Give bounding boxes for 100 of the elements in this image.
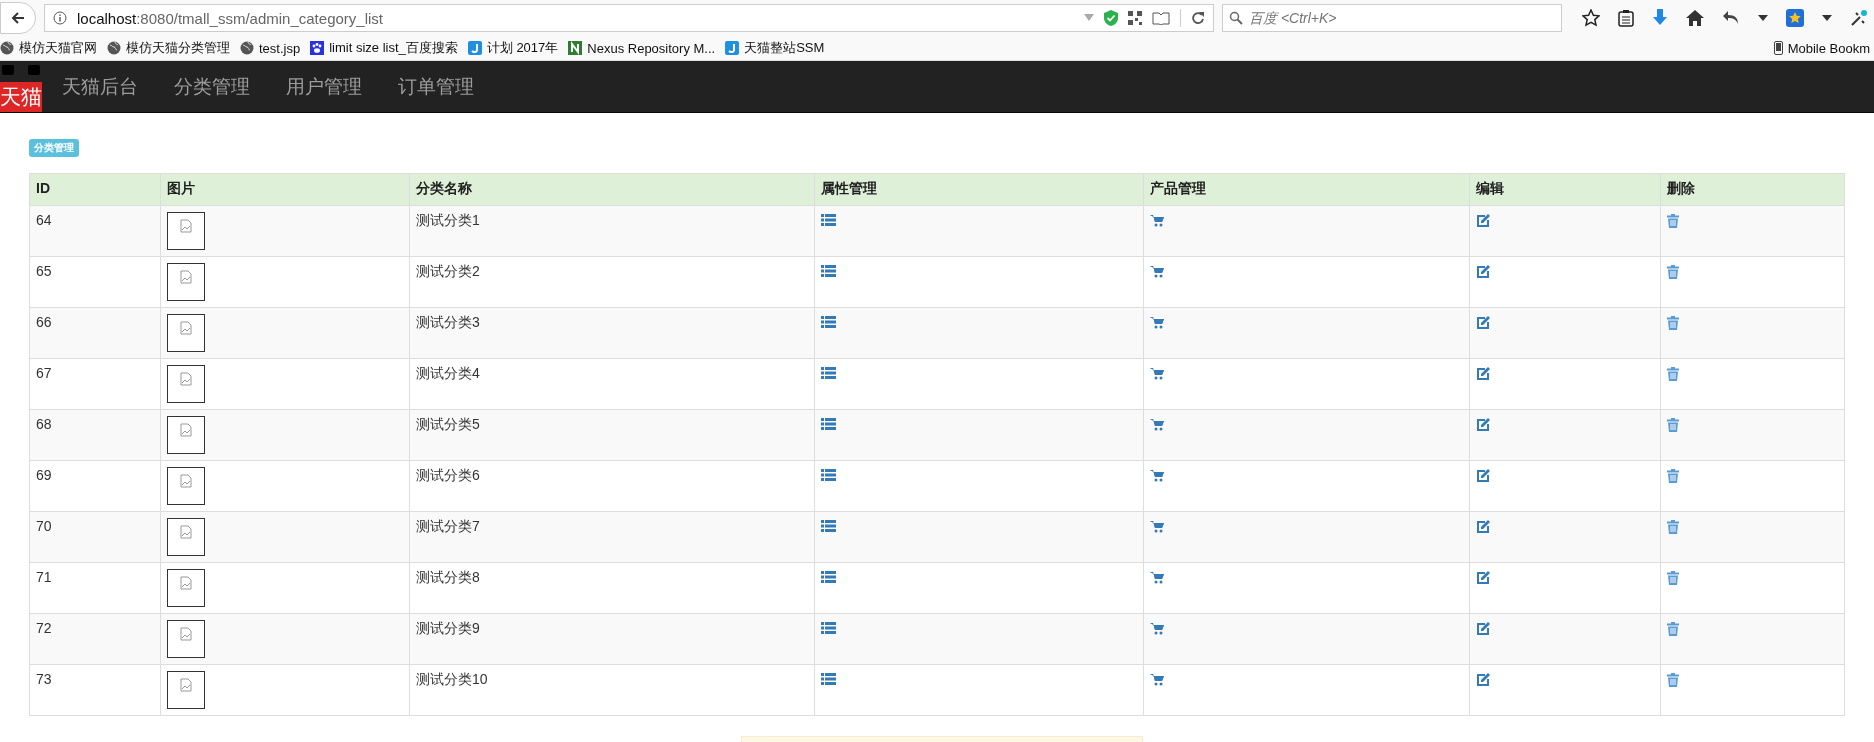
column-header: 删除 [1660, 173, 1845, 206]
address-bar[interactable]: localhost:8080/tmall_ssm/admin_category_list [44, 4, 1214, 32]
edit-icon[interactable] [1476, 571, 1490, 585]
list-icon[interactable] [821, 214, 836, 226]
list-icon[interactable] [821, 316, 836, 328]
list-icon[interactable] [821, 367, 836, 379]
nav-link[interactable]: 用户管理 [270, 73, 378, 100]
edit-icon[interactable] [1476, 367, 1490, 381]
table-cell: 67 [29, 358, 161, 410]
image-placeholder [167, 212, 205, 250]
edit-icon[interactable] [1476, 622, 1490, 636]
table-cell: 测试分类4 [409, 358, 815, 410]
book-icon[interactable] [1152, 11, 1170, 25]
table-cell: 测试分类9 [409, 613, 815, 665]
trash-icon[interactable] [1667, 622, 1679, 636]
image-placeholder [167, 518, 205, 556]
cart-icon[interactable] [1150, 265, 1164, 278]
cart-icon[interactable] [1150, 622, 1164, 635]
home-icon[interactable] [1686, 10, 1704, 26]
image-placeholder [167, 671, 205, 709]
table-cell: 测试分类3 [409, 307, 815, 359]
edit-icon[interactable] [1476, 214, 1490, 228]
trash-icon[interactable] [1667, 265, 1679, 279]
cart-icon[interactable] [1150, 469, 1164, 482]
dropdown-icon[interactable] [1822, 15, 1832, 21]
paw-icon [310, 41, 325, 55]
trash-icon[interactable] [1667, 418, 1679, 432]
cart-icon[interactable] [1150, 673, 1164, 686]
trash-icon[interactable] [1667, 673, 1679, 687]
list-icon[interactable] [821, 571, 836, 583]
table-cell: 73 [29, 664, 161, 716]
image-placeholder [167, 314, 205, 352]
edit-icon[interactable] [1476, 469, 1490, 483]
dropdown-icon[interactable] [1758, 15, 1768, 21]
table-cell: 测试分类10 [409, 664, 815, 716]
list-icon[interactable] [821, 520, 836, 532]
table-cell: 72 [29, 613, 161, 665]
bookmark-link[interactable]: Nexus Repository M... [568, 40, 716, 56]
nav-link[interactable]: 天猫后台 [46, 73, 154, 100]
image-placeholder [167, 467, 205, 505]
j-logo-icon [467, 41, 482, 55]
column-header: 属性管理 [814, 173, 1144, 206]
bookmark-link[interactable]: 模仿天猫官网 [0, 39, 97, 57]
cart-icon[interactable] [1150, 316, 1164, 329]
trash-icon[interactable] [1667, 316, 1679, 330]
bookmark-link[interactable]: test.jsp [240, 40, 301, 56]
edit-icon[interactable] [1476, 316, 1490, 330]
cart-icon[interactable] [1150, 418, 1164, 431]
search-field[interactable]: 百度 <Ctrl+K> [1222, 4, 1562, 32]
image-placeholder [167, 569, 205, 607]
trash-icon[interactable] [1667, 367, 1679, 381]
list-icon[interactable] [821, 418, 836, 430]
table-cell: 71 [29, 562, 161, 614]
trash-icon[interactable] [1667, 214, 1679, 228]
edit-icon[interactable] [1476, 418, 1490, 432]
table-cell: 测试分类1 [409, 205, 815, 257]
mobile-bookmarks-link[interactable]: Mobile Bookm [1773, 40, 1870, 56]
table-cell: 66 [29, 307, 161, 359]
image-placeholder [167, 263, 205, 301]
clipboard-icon[interactable] [1618, 9, 1634, 27]
list-icon[interactable] [821, 622, 836, 634]
undo-icon[interactable] [1722, 10, 1740, 26]
cart-icon[interactable] [1150, 367, 1164, 380]
cart-icon[interactable] [1150, 571, 1164, 584]
column-header: 编辑 [1469, 173, 1661, 206]
column-header: ID [29, 173, 161, 206]
list-icon[interactable] [821, 265, 836, 277]
trash-icon[interactable] [1667, 469, 1679, 483]
qr-code-icon[interactable] [1128, 11, 1142, 25]
reload-icon[interactable] [1191, 11, 1205, 25]
shield-icon[interactable] [1104, 10, 1118, 26]
list-icon[interactable] [821, 469, 836, 481]
edit-icon[interactable] [1476, 520, 1490, 534]
bookmark-link[interactable]: 计划 2017年 [467, 39, 559, 57]
edit-icon[interactable] [1476, 673, 1490, 687]
bookmark-link[interactable]: limit size list_百度搜索 [310, 39, 458, 57]
globe-icon [240, 41, 254, 55]
download-icon[interactable] [1652, 9, 1668, 27]
bookmark-link[interactable]: 天猫整站SSM [725, 39, 825, 57]
nav-link[interactable]: 订单管理 [382, 73, 490, 100]
n-logo-icon [568, 41, 583, 55]
back-button[interactable] [0, 2, 36, 34]
table-cell: 测试分类2 [409, 256, 815, 308]
table-cell: 测试分类6 [409, 460, 815, 512]
column-header: 分类名称 [409, 173, 815, 206]
list-icon[interactable] [821, 673, 836, 685]
cart-icon[interactable] [1150, 520, 1164, 533]
edit-icon[interactable] [1476, 265, 1490, 279]
trash-icon[interactable] [1667, 571, 1679, 585]
trash-icon[interactable] [1667, 520, 1679, 534]
image-placeholder [167, 620, 205, 658]
star-icon[interactable] [1582, 9, 1600, 27]
j-logo-icon [725, 41, 740, 55]
globe-icon [107, 41, 121, 55]
bookmark-link[interactable]: 模仿天猫分类管理 [107, 39, 230, 57]
star-badge-icon[interactable] [1786, 9, 1804, 27]
cart-icon[interactable] [1150, 214, 1164, 227]
column-header: 图片 [160, 173, 410, 206]
table-cell: 测试分类7 [409, 511, 815, 563]
nav-link[interactable]: 分类管理 [158, 73, 266, 100]
